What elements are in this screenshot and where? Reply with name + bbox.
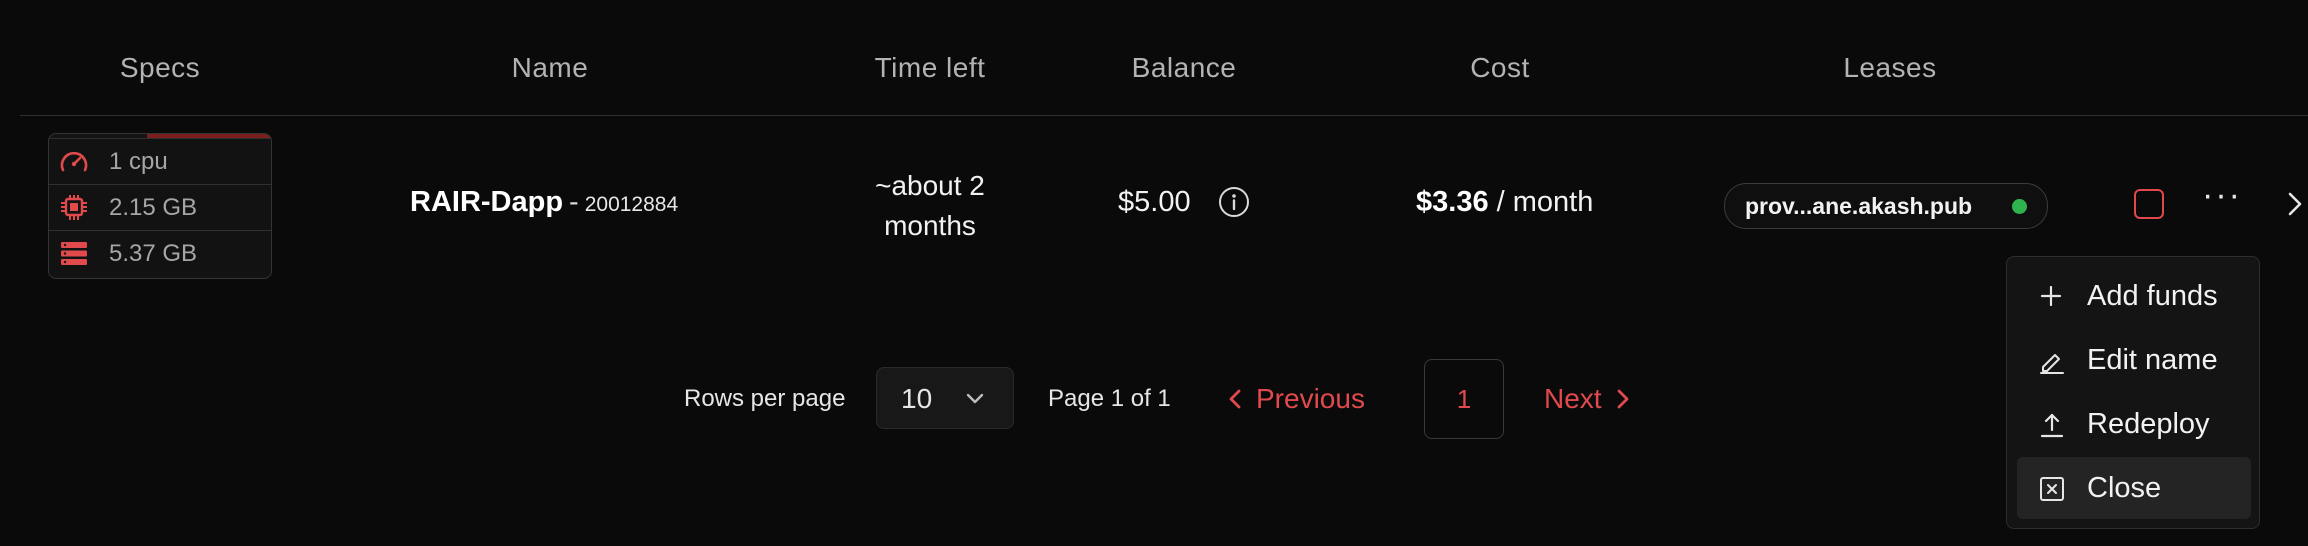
spec-storage-value: 5.37 GB	[109, 240, 198, 267]
previous-label: Previous	[1256, 383, 1365, 414]
previous-page-button[interactable]: Previous	[1228, 379, 1365, 419]
speedometer-icon	[60, 151, 88, 172]
cost-period: / month	[1496, 186, 1594, 218]
chevron-left-icon	[1229, 389, 1241, 409]
menu-item-label: Close	[2087, 472, 2162, 504]
menu-item-redeploy[interactable]: Redeploy	[2017, 393, 2251, 455]
chevron-right-icon[interactable]	[2284, 189, 2308, 219]
spec-cpu-value: 1 cpu	[109, 148, 168, 175]
time-left-value: ~about 2 months	[875, 170, 985, 241]
name-separator: -	[569, 186, 579, 218]
cost-amount: $3.36	[1416, 186, 1489, 218]
chevron-down-icon	[966, 393, 984, 404]
header-divider	[20, 115, 2308, 116]
deployment-name-link[interactable]: RAIR-Dapp -20012884	[410, 186, 678, 219]
spec-storage-row: 5.37 GB	[49, 230, 271, 276]
page-number-button[interactable]: 1	[1424, 359, 1504, 439]
next-page-button[interactable]: Next	[1544, 379, 1630, 419]
upload-icon	[2040, 413, 2064, 438]
pencil-icon	[2040, 354, 2064, 374]
rows-per-page-label: Rows per page	[684, 385, 846, 412]
menu-item-edit-name[interactable]: Edit name	[2017, 329, 2251, 391]
header-balance: Balance	[1131, 52, 1237, 83]
storage-icon	[61, 242, 87, 265]
plus-icon	[2040, 285, 2062, 307]
rows-per-page-select[interactable]: 10	[876, 367, 1014, 429]
more-options-button[interactable]: ···	[2200, 178, 2244, 224]
balance-value: $5.00	[1118, 186, 1191, 218]
row-select-checkbox[interactable]	[2134, 189, 2164, 219]
spec-cpu-row: 1 cpu	[49, 138, 271, 184]
row-context-menu: Add funds Edit name Redeploy Close	[2006, 256, 2260, 529]
header-time-left: Time left	[874, 52, 986, 83]
page-info: Page 1 of 1	[1048, 385, 1171, 412]
menu-item-label: Add funds	[2087, 280, 2218, 312]
deployment-dseq: 20012884	[584, 193, 679, 216]
next-label: Next	[1544, 383, 1602, 414]
spec-memory-value: 2.15 GB	[109, 194, 198, 221]
header-leases: Leases	[1843, 52, 1937, 83]
header-specs: Specs	[119, 52, 201, 83]
specs-card: 1 cpu 2.15 GB 5.37 GB	[48, 133, 272, 279]
info-icon[interactable]	[1218, 186, 1250, 218]
header-name: Name	[511, 52, 589, 83]
menu-item-close[interactable]: Close	[2017, 457, 2251, 519]
lease-status-dot	[2012, 199, 2027, 214]
chip-icon	[61, 195, 87, 220]
spec-memory-row: 2.15 GB	[49, 184, 271, 230]
lease-provider: prov...ane.akash.pub	[1745, 193, 1973, 219]
chevron-right-small-icon	[1617, 389, 1628, 409]
cost-value: $3.36 / month	[1416, 186, 1593, 219]
menu-item-label: Redeploy	[2087, 408, 2210, 440]
menu-item-label: Edit name	[2087, 344, 2218, 376]
menu-item-add-funds[interactable]: Add funds	[2017, 265, 2251, 327]
close-square-icon	[2040, 477, 2064, 501]
header-cost: Cost	[1470, 52, 1530, 83]
deployment-name: RAIR-Dapp	[410, 186, 564, 218]
lease-badge[interactable]: prov...ane.akash.pub	[1724, 183, 2048, 229]
rows-per-page-value: 10	[901, 383, 933, 414]
